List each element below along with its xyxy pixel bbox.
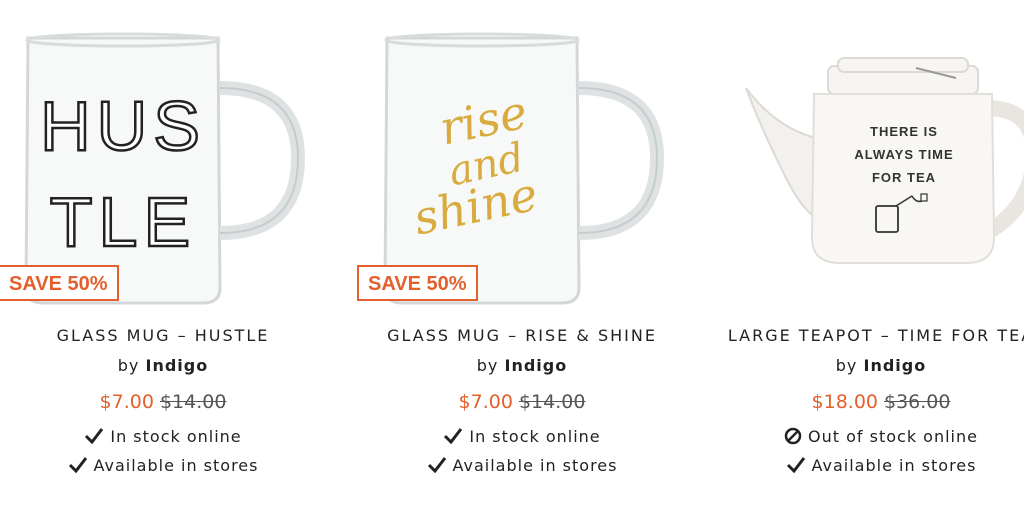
price-line: $7.00 $14.00 (0, 391, 328, 413)
by-label: by (476, 356, 499, 375)
product-card-hustle-mug[interactable]: HUS TLE SAVE 50% GLASS MUG – HUSTLE by I… (0, 0, 328, 513)
check-icon (444, 428, 463, 445)
price-line: $7.00 $14.00 (357, 391, 687, 413)
brand-name[interactable]: Indigo (145, 356, 208, 375)
check-icon (786, 457, 805, 474)
store-availability: Available in stores (716, 456, 1024, 475)
store-status-text[interactable]: Available in stores (453, 456, 618, 475)
product-title[interactable]: GLASS MUG – RISE & SHINE (357, 326, 687, 345)
discount-badge: SAVE 50% (0, 265, 119, 301)
store-status-text[interactable]: Available in stores (812, 456, 977, 475)
sale-price: $18.00 (811, 391, 878, 413)
discount-badge: SAVE 50% (357, 265, 478, 301)
product-brand-line: by Indigo (357, 356, 687, 375)
online-status-text: Out of stock online (808, 427, 978, 446)
mug-print-line1: HUS (40, 87, 206, 165)
brand-name[interactable]: Indigo (863, 356, 926, 375)
store-availability: Available in stores (357, 456, 687, 475)
teapot-print-line3: FOR TEA (872, 170, 936, 185)
product-brand-line: by Indigo (0, 356, 328, 375)
original-price: $14.00 (159, 391, 227, 413)
online-status-text: In stock online (469, 427, 601, 446)
product-card-rise-shine-mug[interactable]: rise and shine SAVE 50% GLASS MUG – RISE… (357, 0, 687, 513)
mug-print-line2: TLE (50, 183, 196, 261)
product-image-teapot[interactable]: THERE IS ALWAYS TIME FOR TEA (716, 18, 1024, 308)
check-icon (85, 428, 104, 445)
check-icon (427, 457, 446, 474)
store-status-text[interactable]: Available in stores (94, 456, 259, 475)
by-label: by (117, 356, 140, 375)
teapot-print-line2: ALWAYS TIME (854, 147, 953, 162)
original-price: $14.00 (518, 391, 586, 413)
product-card-teapot[interactable]: THERE IS ALWAYS TIME FOR TEA LARGE TEAPO… (716, 0, 1024, 513)
product-title[interactable]: LARGE TEAPOT – TIME FOR TEA (716, 326, 1024, 345)
original-price: $36.00 (884, 391, 951, 413)
product-brand-line: by Indigo (716, 356, 1024, 375)
check-icon (68, 457, 87, 474)
online-status-text: In stock online (110, 427, 242, 446)
unavailable-icon (784, 427, 802, 445)
by-label: by (835, 356, 858, 375)
teapot-print-line1: THERE IS (870, 124, 938, 139)
online-availability: In stock online (357, 427, 687, 446)
price-line: $18.00 $36.00 (716, 391, 1024, 413)
online-availability: In stock online (0, 427, 328, 446)
sale-price: $7.00 (458, 391, 513, 413)
brand-name[interactable]: Indigo (504, 356, 567, 375)
online-availability: Out of stock online (716, 427, 1024, 446)
sale-price: $7.00 (99, 391, 154, 413)
product-title[interactable]: GLASS MUG – HUSTLE (0, 326, 328, 345)
store-availability: Available in stores (0, 456, 328, 475)
